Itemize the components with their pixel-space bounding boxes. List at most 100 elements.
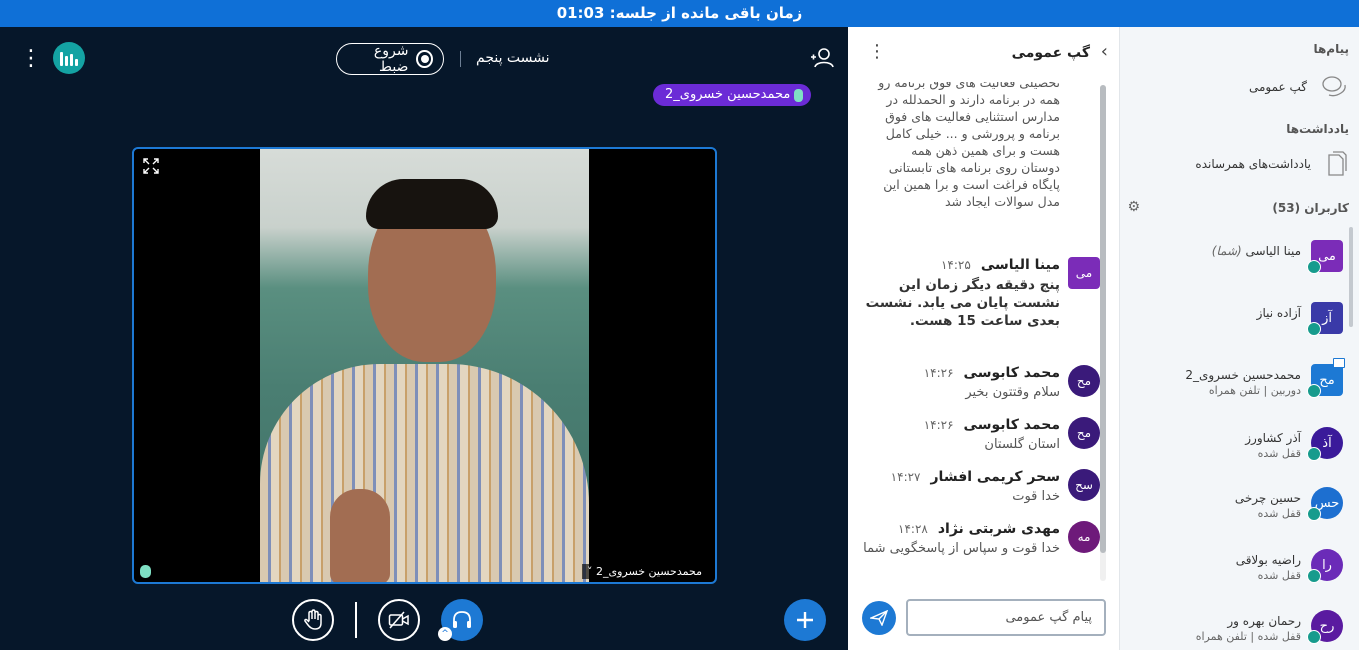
session-timer-banner: زمان باقی مانده از جلسه: 01:03 <box>0 0 1359 27</box>
message-time: ۱۴:۲۶ <box>923 418 954 432</box>
user-list-item[interactable]: را راضیه بولاقی قفل شده <box>1139 549 1359 609</box>
message-text: خدا قوت و سپاس از پاسخگویی شما <box>863 541 1060 556</box>
camera-off-icon <box>388 611 409 629</box>
share-webcam-button[interactable] <box>378 599 420 641</box>
raise-hand-button[interactable] <box>292 599 334 641</box>
webcam-feed-image <box>260 149 589 582</box>
user-list-item[interactable]: آذ آذر کشاورز قفل شده <box>1139 427 1359 487</box>
chat-message-list: تحصیلی فعالیت های فوق برنامه رو همه در ب… <box>848 82 1120 582</box>
video-microphone-icon <box>140 565 151 578</box>
users-heading: کاربران (53) <box>1272 201 1349 215</box>
record-label: شروع ضبط <box>373 43 409 75</box>
message-text: استان گلستان <box>984 437 1060 452</box>
chat-title: گپ عمومی <box>1011 45 1090 61</box>
document-icon <box>1328 151 1347 176</box>
headphones-icon <box>1307 260 1321 274</box>
public-chat-panel: ‹ گپ عمومی ⋮ تحصیلی فعالیت های فوق برنام… <box>848 27 1120 650</box>
message-avatar: مه <box>1068 521 1100 553</box>
user-status: قفل شده | تلفن همراه <box>1195 630 1301 643</box>
speaker-name: محمدحسین خسروی_2 <box>665 87 791 102</box>
user-list-item[interactable]: آز آزاده نیاز <box>1139 302 1359 362</box>
audio-options-chevron-icon[interactable]: ^ <box>438 627 452 641</box>
session-title: نشست پنجم <box>476 50 550 66</box>
video-user-name: محمدحسین خسروی_2 <box>595 565 702 578</box>
toolbar-divider <box>355 602 357 638</box>
message-continued-text: تحصیلی فعالیت های فوق برنامه رو همه در ب… <box>878 82 1060 209</box>
send-icon <box>870 610 888 626</box>
header-divider <box>460 51 461 67</box>
user-name: رحمان بهره ور <box>1227 614 1301 628</box>
message-sender: محمد کابوسی <box>963 365 1060 381</box>
message-text: سلام وقتتون بخیر <box>965 385 1060 400</box>
user-name: آزاده نیاز <box>1256 306 1301 320</box>
video-user-label[interactable]: محمدحسین خسروی_2 ˅ <box>581 564 707 579</box>
chat-bubbles-icon <box>1322 76 1346 97</box>
message-avatar: مح <box>1068 417 1100 449</box>
chat-message: سح سحر کریمی افشار ۱۴:۲۷ خدا قوت <box>860 469 1100 506</box>
headphones-icon <box>453 611 471 628</box>
message-text: خدا قوت <box>1012 489 1060 504</box>
manage-users-icon[interactable] <box>810 47 834 69</box>
main-stage: ⋮ شروع ضبط نشست پنجم محمدحسین خسروی_2 مح… <box>0 27 848 650</box>
user-name: راضیه بولاقی <box>1235 553 1301 567</box>
user-status: قفل شده <box>1257 447 1301 460</box>
user-status: قفل شده <box>1257 507 1301 520</box>
headphones-icon <box>1307 507 1321 521</box>
messages-heading: پیام‌ها <box>1313 42 1349 56</box>
chat-message-input[interactable]: پیام گپ عمومی <box>906 599 1106 636</box>
active-speaker-chip: محمدحسین خسروی_2 <box>653 84 812 106</box>
shared-notes-label: یادداشت‌های همرسانده <box>1195 157 1311 171</box>
sidebar-item-public-chat[interactable]: گپ عمومی <box>1249 75 1347 99</box>
message-avatar: می <box>1068 257 1100 289</box>
presenter-icon <box>1333 358 1345 368</box>
user-list-item[interactable]: حس حسین چرخی قفل شده <box>1139 487 1359 547</box>
webcam-video[interactable]: محمدحسین خسروی_2 ˅ <box>132 147 717 584</box>
chevron-left-icon[interactable]: ‹ <box>1101 41 1108 62</box>
gear-icon[interactable]: ⚙ <box>1126 200 1140 214</box>
user-status: دوربین | تلفن همراه <box>1208 384 1301 397</box>
chat-header: ‹ گپ عمومی ⋮ <box>848 27 1120 82</box>
user-name: محمدحسین خسروی_2 <box>1185 368 1301 382</box>
public-chat-label: گپ عمومی <box>1248 80 1307 94</box>
message-sender: مهدی شربتی نژاد <box>937 521 1060 537</box>
user-list-item[interactable]: می مینا الیاسی (شما) <box>1139 240 1359 300</box>
message-sender: محمد کابوسی <box>963 417 1060 433</box>
plus-icon <box>797 612 813 628</box>
user-list-sidebar: پیام‌ها گپ عمومی یادداشت‌ها یادداشت‌های … <box>1120 27 1359 650</box>
user-name: مینا الیاسی (شما) <box>1211 244 1301 258</box>
message-avatar: سح <box>1068 469 1100 501</box>
message-time: ۱۴:۲۸ <box>898 522 928 536</box>
user-status: قفل شده <box>1257 569 1301 582</box>
actions-plus-button[interactable] <box>784 599 826 641</box>
message-time: ۱۴:۲۵ <box>940 258 971 272</box>
sidebar-item-shared-notes[interactable]: یادداشت‌های همرسانده <box>1195 151 1347 177</box>
microphone-icon <box>794 88 804 102</box>
message-text: پنج دقیقه دیگر زمان این نشست پایان می یا… <box>865 277 1060 329</box>
message-time: ۱۴:۲۶ <box>923 366 954 380</box>
user-name: آذر کشاورز <box>1245 431 1301 445</box>
message-sender: مینا الیاسی <box>980 257 1060 273</box>
fullscreen-icon[interactable] <box>142 157 160 175</box>
headphones-icon <box>1307 384 1321 398</box>
start-recording-button[interactable]: شروع ضبط <box>336 43 444 75</box>
record-icon <box>416 50 433 68</box>
headphones-icon <box>1307 322 1321 336</box>
send-message-button[interactable] <box>862 601 896 635</box>
hand-icon <box>304 609 322 630</box>
notes-heading: یادداشت‌ها <box>1286 122 1349 136</box>
user-list-item[interactable]: مح محمدحسین خسروی_2 دوربین | تلفن همراه <box>1139 358 1359 424</box>
user-name: حسین چرخی <box>1234 491 1301 505</box>
options-menu-icon[interactable]: ⋮ <box>20 48 42 71</box>
headphones-icon <box>1307 447 1321 461</box>
user-list-item[interactable]: رح رحمان بهره ور قفل شده | تلفن همراه <box>1139 610 1359 650</box>
chat-options-icon[interactable]: ⋮ <box>868 41 886 62</box>
chat-message: مح محمد کابوسی ۱۴:۲۶ سلام وقتتون بخیر <box>860 365 1100 402</box>
message-sender: سحر کریمی افشار <box>930 469 1061 485</box>
headphones-icon <box>1307 569 1321 583</box>
message-time: ۱۴:۲۷ <box>890 470 921 484</box>
message-avatar: مح <box>1068 365 1100 397</box>
chat-message: می مینا الیاسی ۱۴:۲۵ پنج دقیقه دیگر زمان ای… <box>860 257 1100 330</box>
chat-message: مه مهدی شربتی نژاد ۱۴:۲۸ خدا قوت و سپاس از … <box>860 521 1100 558</box>
chat-message: مح محمد کابوسی ۱۴:۲۶ استان گلستان <box>860 417 1100 454</box>
app-logo-icon <box>53 42 85 74</box>
